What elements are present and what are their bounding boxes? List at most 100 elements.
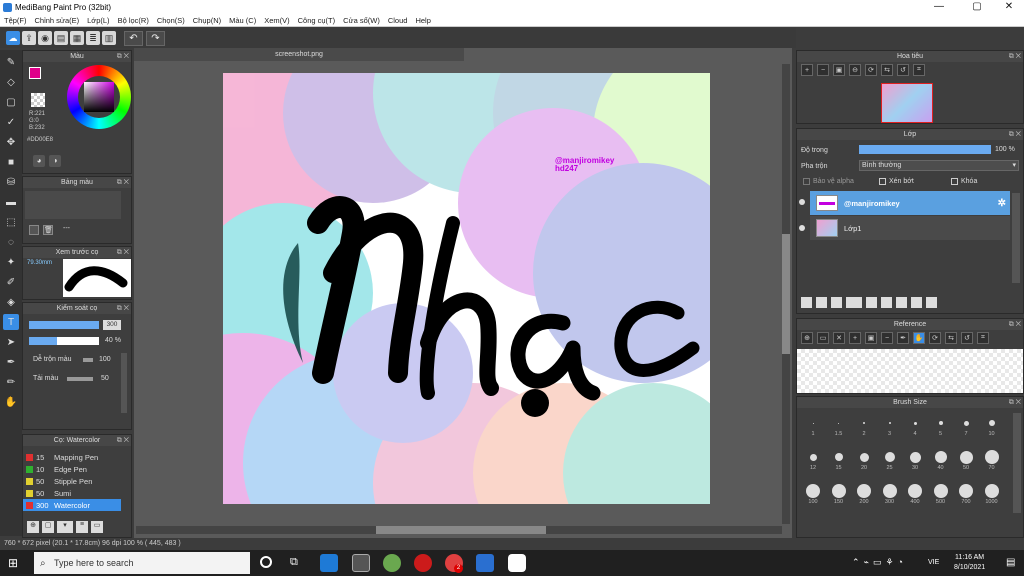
brush-size-slider[interactable] — [29, 321, 99, 329]
panel-close-icon[interactable]: ⧉ ✕ — [117, 247, 129, 258]
panel-close-icon[interactable]: ⧉ ✕ — [1009, 397, 1021, 408]
color-mode-icon[interactable]: ◕ — [33, 155, 45, 167]
menu-cloud[interactable]: Cloud — [388, 16, 408, 25]
new-layer-icon[interactable] — [801, 297, 812, 308]
zoom-out-icon[interactable]: − — [817, 64, 829, 76]
saturation-square[interactable] — [84, 82, 114, 112]
rect-tool-icon[interactable]: ▢ — [3, 94, 19, 110]
menu-snap[interactable]: Chụp(N) — [193, 16, 221, 25]
lock-view-icon[interactable]: ⌗ — [913, 64, 925, 76]
undo-button[interactable]: ↶ — [124, 30, 143, 46]
delete-layer-icon[interactable] — [926, 297, 937, 308]
menu-view[interactable]: Xem(V) — [264, 16, 289, 25]
store-icon[interactable] — [352, 554, 370, 572]
layer-row-layer1[interactable]: Lớp1 — [810, 216, 1010, 240]
medibang-icon[interactable] — [508, 554, 526, 572]
photos-icon[interactable] — [476, 554, 494, 572]
flip-icon[interactable]: ⇆ — [881, 64, 893, 76]
brush-opacity-slider[interactable] — [29, 337, 99, 345]
brush-size-preset[interactable]: 400 — [903, 483, 927, 505]
color-wheel[interactable] — [67, 65, 131, 129]
mail-icon[interactable] — [320, 554, 338, 572]
select-tool-icon[interactable]: ✓ — [3, 114, 19, 130]
color-history-icon[interactable]: ◑ — [49, 155, 61, 167]
reference-zoom-in-icon[interactable]: + — [849, 332, 861, 344]
reference-hand-icon[interactable]: ✋ — [913, 332, 925, 344]
bucket-tool-icon[interactable]: ⛁ — [3, 174, 19, 190]
marquee-tool-icon[interactable]: ⬚ — [3, 214, 19, 230]
layer-menu-icon[interactable] — [846, 297, 862, 308]
list-icon[interactable]: ≣ — [86, 31, 100, 45]
cortana-icon[interactable] — [260, 556, 272, 568]
menu-tools[interactable]: Công cụ(T) — [298, 16, 336, 25]
hand-tool-icon[interactable]: ✋ — [3, 394, 19, 410]
brush-size-preset[interactable]: 5 — [929, 415, 953, 437]
minimize-button[interactable]: — — [922, 0, 956, 14]
brush-size-preset[interactable]: 100 — [801, 483, 825, 505]
brush-menu-icon[interactable]: ▾ — [57, 521, 73, 533]
vertical-scrollbar[interactable] — [782, 64, 790, 524]
task-view-icon[interactable]: ⧉ — [290, 556, 298, 569]
blend-mode-select[interactable]: Bình thường ▾ — [859, 160, 1019, 171]
fit-icon[interactable]: ▣ — [833, 64, 845, 76]
comment-icon[interactable]: ◉ — [38, 31, 52, 45]
brush-item[interactable]: 50 Sumi — [23, 487, 121, 499]
brush-item[interactable]: 50 Stipple Pen — [23, 475, 121, 487]
brush-size-preset[interactable]: 50 — [954, 449, 978, 471]
eraser-tool-icon[interactable]: ◇ — [3, 74, 19, 90]
brush-size-preset[interactable]: 30 — [903, 449, 927, 471]
clock[interactable]: 11:16 AM 8/10/2021 — [954, 553, 985, 573]
reference-open-icon[interactable]: ▭ — [817, 332, 829, 344]
language-indicator[interactable]: VIE — [928, 559, 939, 566]
zoom-in-icon[interactable]: + — [801, 64, 813, 76]
opera-icon[interactable] — [414, 554, 432, 572]
taskbar-search-input[interactable]: ⌕ Type here to search — [34, 552, 250, 574]
redo-button[interactable]: ↷ — [146, 30, 165, 46]
brush-size-preset[interactable]: 150 — [827, 483, 851, 505]
move-tool-icon[interactable]: ✥ — [3, 134, 19, 150]
reference-add-icon[interactable]: ⊕ — [801, 332, 813, 344]
layer-opacity-slider[interactable] — [859, 145, 991, 154]
menu-filter[interactable]: Bộ lọc(R) — [118, 16, 149, 25]
canvas[interactable]: @manjiromikey hd247 — [223, 73, 710, 504]
brush-size-preset[interactable]: 7 — [954, 415, 978, 437]
magic-wand-icon[interactable]: ✦ — [3, 254, 19, 270]
brush-size-preset[interactable]: 3 — [878, 415, 902, 437]
lasso-tool-icon[interactable]: ◌ — [3, 234, 19, 250]
panel-close-icon[interactable]: ⧉ ✕ — [117, 303, 129, 314]
windows-start-icon[interactable]: ⊞ — [8, 556, 22, 570]
pen-tool-icon[interactable]: ✏ — [3, 374, 19, 390]
menu-edit[interactable]: Chỉnh sửa(E) — [35, 16, 80, 25]
reference-flip-icon[interactable]: ⇆ — [945, 332, 957, 344]
merge-down-icon[interactable] — [896, 297, 907, 308]
cloud-icon[interactable]: ☁ — [6, 31, 20, 45]
layout-icon[interactable]: ▥ — [102, 31, 116, 45]
brush-tool-icon[interactable]: ✎ — [3, 54, 19, 70]
delete-palette-icon[interactable]: 🗑 — [43, 225, 53, 235]
reference-fit-icon[interactable]: ▣ — [865, 332, 877, 344]
select-pen-icon[interactable]: ✐ — [3, 274, 19, 290]
horizontal-scrollbar[interactable] — [136, 526, 782, 534]
clip-checkbox[interactable]: Xén bớt — [879, 178, 914, 185]
brush-size-preset[interactable]: 300 — [878, 483, 902, 505]
brush-size-preset[interactable]: 1000 — [980, 483, 1004, 505]
reference-lock-icon[interactable]: ⌗ — [977, 332, 989, 344]
gear-icon[interactable]: ✲ — [998, 198, 1006, 209]
layer-row-signature[interactable]: @manjiromikey ✲ — [810, 191, 1010, 215]
select-eraser-icon[interactable]: ◈ — [3, 294, 19, 310]
lock-checkbox[interactable]: Khóa — [951, 178, 977, 185]
brush-size-preset[interactable]: 500 — [929, 483, 953, 505]
new-halftone-layer-icon[interactable] — [816, 297, 827, 308]
brush-settings-icon[interactable]: ≡ — [76, 521, 88, 533]
brush-control-scrollbar[interactable] — [121, 353, 127, 413]
document-tab[interactable]: screenshot.png — [134, 48, 464, 61]
brush-item[interactable]: 15 Mapping Pen — [23, 451, 121, 463]
reference-eyedropper-icon[interactable]: ✒ — [897, 332, 909, 344]
brush-size-preset[interactable]: 1 — [801, 415, 825, 437]
layer-settings-icon[interactable] — [911, 297, 922, 308]
close-button[interactable]: ✕ — [992, 0, 1024, 14]
layer-scrollbar[interactable] — [1012, 193, 1020, 283]
rotate-reset-icon[interactable]: ↺ — [897, 64, 909, 76]
protect-alpha-checkbox[interactable]: Bảo vệ alpha — [803, 178, 854, 185]
notification-center-icon[interactable]: ▤ — [1006, 557, 1015, 568]
